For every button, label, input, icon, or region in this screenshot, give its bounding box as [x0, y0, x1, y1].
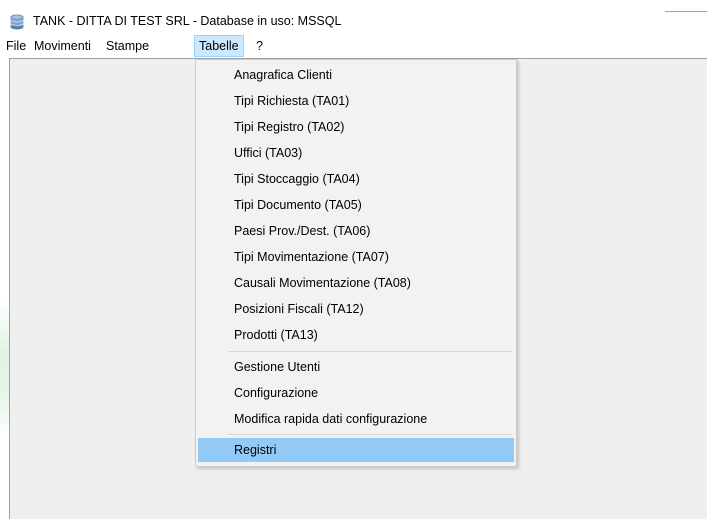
menu-item-tipi-registro[interactable]: Tipi Registro (TA02): [198, 115, 514, 139]
menu-item-uffici[interactable]: Uffici (TA03): [198, 141, 514, 165]
window-title: TANK - DITTA DI TEST SRL - Database in u…: [33, 14, 342, 28]
menu-tabelle[interactable]: Tabelle: [194, 35, 244, 57]
menu-help[interactable]: ?: [252, 36, 267, 56]
menu-stampe[interactable]: Stampe: [102, 36, 153, 56]
tabelle-dropdown-menu: Anagrafica Clienti Tipi Richiesta (TA01)…: [195, 59, 517, 467]
menu-item-configurazione[interactable]: Configurazione: [198, 381, 514, 405]
menu-item-paesi-prov-dest[interactable]: Paesi Prov./Dest. (TA06): [198, 219, 514, 243]
left-edge: [0, 58, 9, 519]
menu-separator: [228, 434, 512, 435]
menu-item-anagrafica-clienti[interactable]: Anagrafica Clienti: [198, 63, 514, 87]
menu-item-gestione-utenti[interactable]: Gestione Utenti: [198, 355, 514, 379]
title-accent-line: [665, 11, 707, 12]
menu-item-tipi-movimentazione[interactable]: Tipi Movimentazione (TA07): [198, 245, 514, 269]
database-icon: [10, 14, 24, 30]
title-bar: TANK - DITTA DI TEST SRL - Database in u…: [0, 0, 707, 36]
menu-item-tipi-documento[interactable]: Tipi Documento (TA05): [198, 193, 514, 217]
menu-movimenti[interactable]: Movimenti: [30, 36, 95, 56]
menu-file[interactable]: File: [2, 36, 30, 56]
menu-item-prodotti[interactable]: Prodotti (TA13): [198, 323, 514, 347]
menu-item-tipi-richiesta[interactable]: Tipi Richiesta (TA01): [198, 89, 514, 113]
menu-item-modifica-rapida-configurazione[interactable]: Modifica rapida dati configurazione: [198, 407, 514, 431]
menu-item-posizioni-fiscali[interactable]: Posizioni Fiscali (TA12): [198, 297, 514, 321]
menu-separator: [228, 351, 512, 352]
menu-item-causali-movimentazione[interactable]: Causali Movimentazione (TA08): [198, 271, 514, 295]
left-edge-accent: [0, 300, 9, 440]
menu-item-tipi-stoccaggio[interactable]: Tipi Stoccaggio (TA04): [198, 167, 514, 191]
menu-bar: File Movimenti Stampe Tabelle ?: [0, 35, 707, 58]
menu-item-registri[interactable]: Registri: [198, 438, 514, 462]
